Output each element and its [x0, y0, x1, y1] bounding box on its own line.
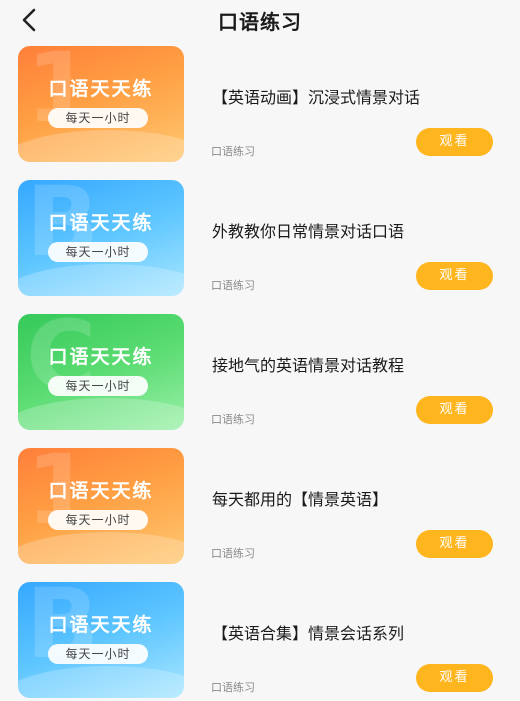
page-title: 口语练习: [218, 10, 302, 34]
item-title[interactable]: 每天都用的【情景英语】: [212, 486, 388, 510]
thumbnail[interactable]: C 口语天天练 每天一小时: [18, 314, 184, 430]
item-tag: 口语练习: [211, 145, 255, 158]
thumbnail-pill: 每天一小时: [48, 510, 148, 530]
list-item[interactable]: B 口语天天练 每天一小时 外教教你日常情景对话口语 口语练习 观看: [0, 180, 520, 298]
watch-button[interactable]: 观看: [416, 530, 493, 558]
item-title[interactable]: 【英语动画】沉浸式情景对话: [212, 84, 420, 108]
list-item[interactable]: B 口语天天练 每天一小时 【英语合集】情景会话系列 口语练习 观看: [0, 582, 520, 700]
thumbnail-title: 口语天天练: [48, 212, 154, 234]
item-title[interactable]: 接地气的英语情景对话教程: [212, 352, 404, 376]
thumbnail-title: 口语天天练: [48, 480, 154, 502]
list-item[interactable]: C 口语天天练 每天一小时 接地气的英语情景对话教程 口语练习 观看: [0, 314, 520, 432]
list-item[interactable]: 1 口语天天练 每天一小时 【英语动画】沉浸式情景对话 口语练习 观看: [0, 46, 520, 164]
thumbnail-title: 口语天天练: [48, 614, 154, 636]
header: 口语练习: [0, 0, 520, 42]
thumbnail[interactable]: 1 口语天天练 每天一小时: [18, 448, 184, 564]
thumbnail[interactable]: 1 口语天天练 每天一小时: [18, 46, 184, 162]
item-tag: 口语练习: [211, 547, 255, 560]
thumbnail[interactable]: B 口语天天练 每天一小时: [18, 582, 184, 698]
item-title[interactable]: 外教教你日常情景对话口语: [212, 218, 404, 242]
item-title[interactable]: 【英语合集】情景会话系列: [212, 620, 404, 644]
item-tag: 口语练习: [211, 681, 255, 694]
thumbnail[interactable]: B 口语天天练 每天一小时: [18, 180, 184, 296]
thumbnail-title: 口语天天练: [48, 78, 154, 100]
item-tag: 口语练习: [211, 413, 255, 426]
list-item[interactable]: 1 口语天天练 每天一小时 每天都用的【情景英语】 口语练习 观看: [0, 448, 520, 566]
watch-button[interactable]: 观看: [416, 128, 493, 156]
thumbnail-title: 口语天天练: [48, 346, 154, 368]
watch-button[interactable]: 观看: [416, 664, 493, 692]
watch-button[interactable]: 观看: [416, 262, 493, 290]
thumbnail-pill: 每天一小时: [48, 242, 148, 262]
thumbnail-pill: 每天一小时: [48, 376, 148, 396]
thumbnail-pill: 每天一小时: [48, 644, 148, 664]
watch-button[interactable]: 观看: [416, 396, 493, 424]
item-tag: 口语练习: [211, 279, 255, 292]
thumbnail-pill: 每天一小时: [48, 108, 148, 128]
